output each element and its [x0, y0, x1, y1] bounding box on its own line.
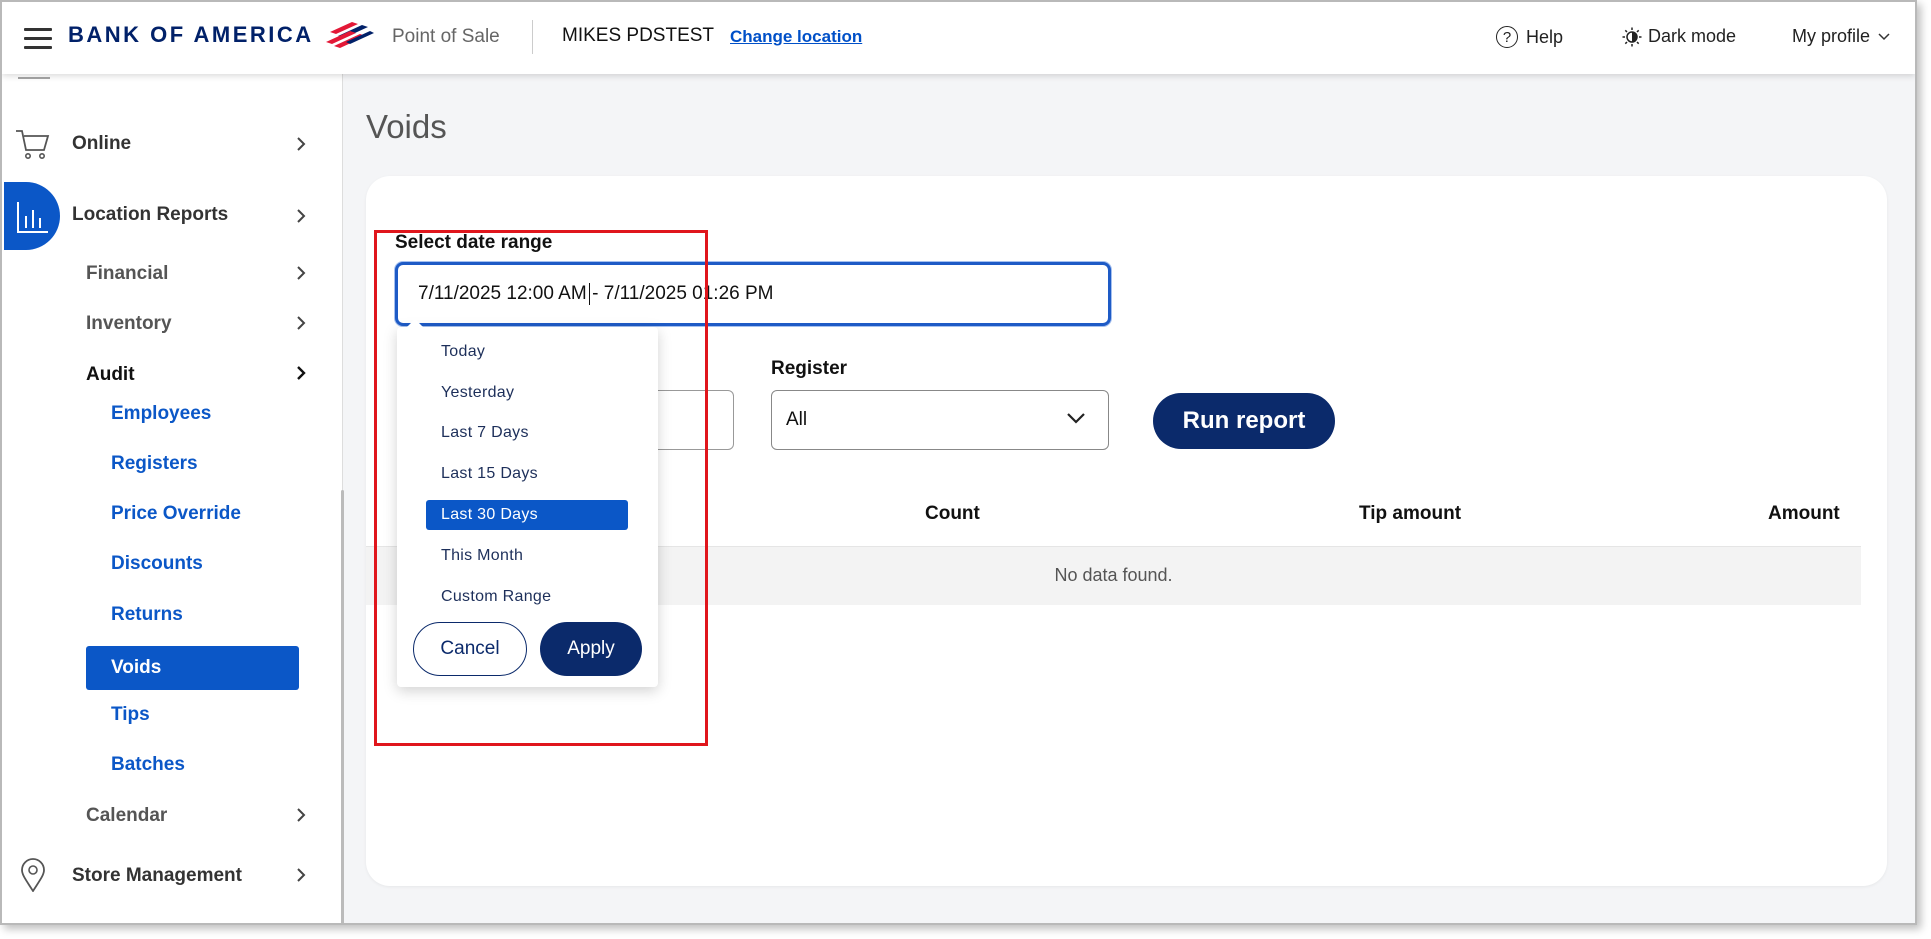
run-report-button[interactable]: Run report — [1153, 393, 1335, 449]
header-divider — [532, 20, 533, 54]
sidebar-item-batches-label: Batches — [111, 754, 185, 775]
chevron-right-icon — [297, 366, 306, 380]
sidebar-item-location-reports[interactable]: Location Reports — [2, 182, 322, 250]
sidebar-nav: Online Location Reports Financial Invent… — [2, 74, 344, 923]
chevron-right-icon — [297, 868, 306, 882]
sidebar-item-returns-label: Returns — [111, 604, 183, 625]
sidebar-item-registers-label: Registers — [111, 453, 198, 474]
hamburger-menu-icon[interactable] — [24, 28, 52, 50]
sidebar-item-inventory[interactable]: Inventory — [2, 304, 322, 344]
dark-mode-toggle[interactable]: Dark mode — [1622, 26, 1736, 47]
chevron-right-icon — [297, 808, 306, 822]
date-range-end: - 7/11/2025 01:26 PM — [592, 283, 774, 304]
sidebar-item-audit[interactable]: Audit — [2, 355, 322, 395]
chevron-down-icon — [1878, 32, 1890, 40]
change-location-link[interactable]: Change location — [730, 27, 862, 47]
location-pin-icon — [21, 858, 45, 892]
column-header-count[interactable]: Count — [925, 503, 980, 525]
sidebar-item-price-override[interactable]: Price Override — [2, 494, 322, 534]
chevron-right-icon — [297, 266, 306, 280]
top-header: BANK OF AMERICA Point of Sale MIKES PDST… — [2, 2, 1915, 74]
sidebar-item-tips-label: Tips — [111, 704, 150, 725]
preset-last-15-days[interactable]: Last 15 Days — [426, 459, 628, 489]
preset-today[interactable]: Today — [426, 337, 628, 367]
sidebar-item-discounts[interactable]: Discounts — [2, 544, 322, 584]
sidebar-item-employees-label: Employees — [111, 403, 212, 424]
cart-icon — [16, 130, 50, 159]
apply-button[interactable]: Apply — [540, 622, 642, 676]
cancel-button[interactable]: Cancel — [413, 622, 527, 676]
dark-mode-label: Dark mode — [1648, 26, 1737, 46]
chevron-right-icon — [297, 209, 306, 223]
brand-logo[interactable]: BANK OF AMERICA — [68, 22, 374, 48]
sidebar-item-inventory-label: Inventory — [86, 313, 172, 334]
sidebar-item-calendar[interactable]: Calendar — [2, 796, 322, 836]
column-header-amount[interactable]: Amount — [1768, 503, 1840, 525]
help-icon: ? — [1496, 26, 1518, 48]
help-button[interactable]: ? Help — [1496, 26, 1563, 48]
sidebar-item-store-management-label: Store Management — [72, 865, 242, 886]
dropdown-arrow — [407, 319, 423, 327]
sidebar-item-tips[interactable]: Tips — [2, 695, 322, 735]
date-range-input[interactable]: 7/11/2025 12:00 AM - 7/11/2025 01:26 PM — [395, 262, 1111, 326]
sidebar-item-employees[interactable]: Employees — [2, 394, 322, 434]
chevron-down-icon — [1067, 413, 1085, 424]
chevron-right-icon — [297, 137, 306, 151]
text-caret — [588, 283, 591, 305]
sidebar-scrollbar[interactable] — [341, 490, 344, 923]
store-name: MIKES PDSTEST — [562, 25, 715, 46]
sidebar-item-price-override-label: Price Override — [111, 503, 241, 524]
preset-custom-range[interactable]: Custom Range — [426, 582, 628, 612]
my-profile-menu[interactable]: My profile — [1792, 26, 1890, 47]
preset-last-30-days[interactable]: Last 30 Days — [426, 500, 628, 530]
sidebar-item-batches[interactable]: Batches — [2, 745, 322, 785]
register-label: Register — [771, 358, 848, 379]
sidebar-item-voids-label: Voids — [111, 657, 162, 678]
profile-label: My profile — [1792, 26, 1871, 46]
sidebar-item-online[interactable]: Online — [2, 124, 322, 164]
register-select-value: All — [786, 409, 808, 430]
preset-this-month[interactable]: This Month — [426, 541, 628, 571]
flag-logo-icon — [325, 22, 374, 48]
help-label: Help — [1526, 26, 1564, 47]
partial-nav-icon — [18, 77, 50, 79]
column-header-tip-amount[interactable]: Tip amount — [1359, 503, 1461, 525]
date-range-presets-dropdown: Today Yesterday Last 7 Days Last 15 Days… — [397, 319, 658, 687]
register-select[interactable]: All — [771, 390, 1109, 450]
date-range-start: 7/11/2025 12:00 AM — [418, 283, 587, 304]
app-name: Point of Sale — [392, 26, 500, 47]
preset-yesterday[interactable]: Yesterday — [426, 378, 628, 408]
sidebar-item-location-reports-label: Location Reports — [72, 204, 229, 225]
sidebar-item-store-management[interactable]: Store Management — [2, 856, 322, 896]
sidebar-item-financial-label: Financial — [86, 263, 169, 284]
bar-chart-icon — [17, 202, 48, 233]
page-title: Voids — [366, 108, 447, 145]
sidebar-item-discounts-label: Discounts — [111, 553, 203, 574]
sidebar-item-returns[interactable]: Returns — [2, 595, 322, 635]
sidebar-item-audit-label: Audit — [86, 364, 135, 385]
sidebar-item-voids[interactable]: Voids — [2, 646, 322, 690]
sidebar-item-calendar-label: Calendar — [86, 805, 168, 826]
sidebar-item-online-label: Online — [72, 133, 132, 154]
brand-logo-text: BANK OF AMERICA — [68, 22, 314, 47]
date-range-label: Select date range — [395, 232, 553, 253]
brightness-icon — [1622, 27, 1642, 46]
chevron-right-icon — [297, 316, 306, 330]
preset-last-7-days[interactable]: Last 7 Days — [426, 418, 628, 448]
sidebar-item-registers[interactable]: Registers — [2, 444, 322, 484]
sidebar-item-financial[interactable]: Financial — [2, 254, 322, 294]
app-window: BANK OF AMERICA Point of Sale MIKES PDST… — [0, 0, 1917, 925]
